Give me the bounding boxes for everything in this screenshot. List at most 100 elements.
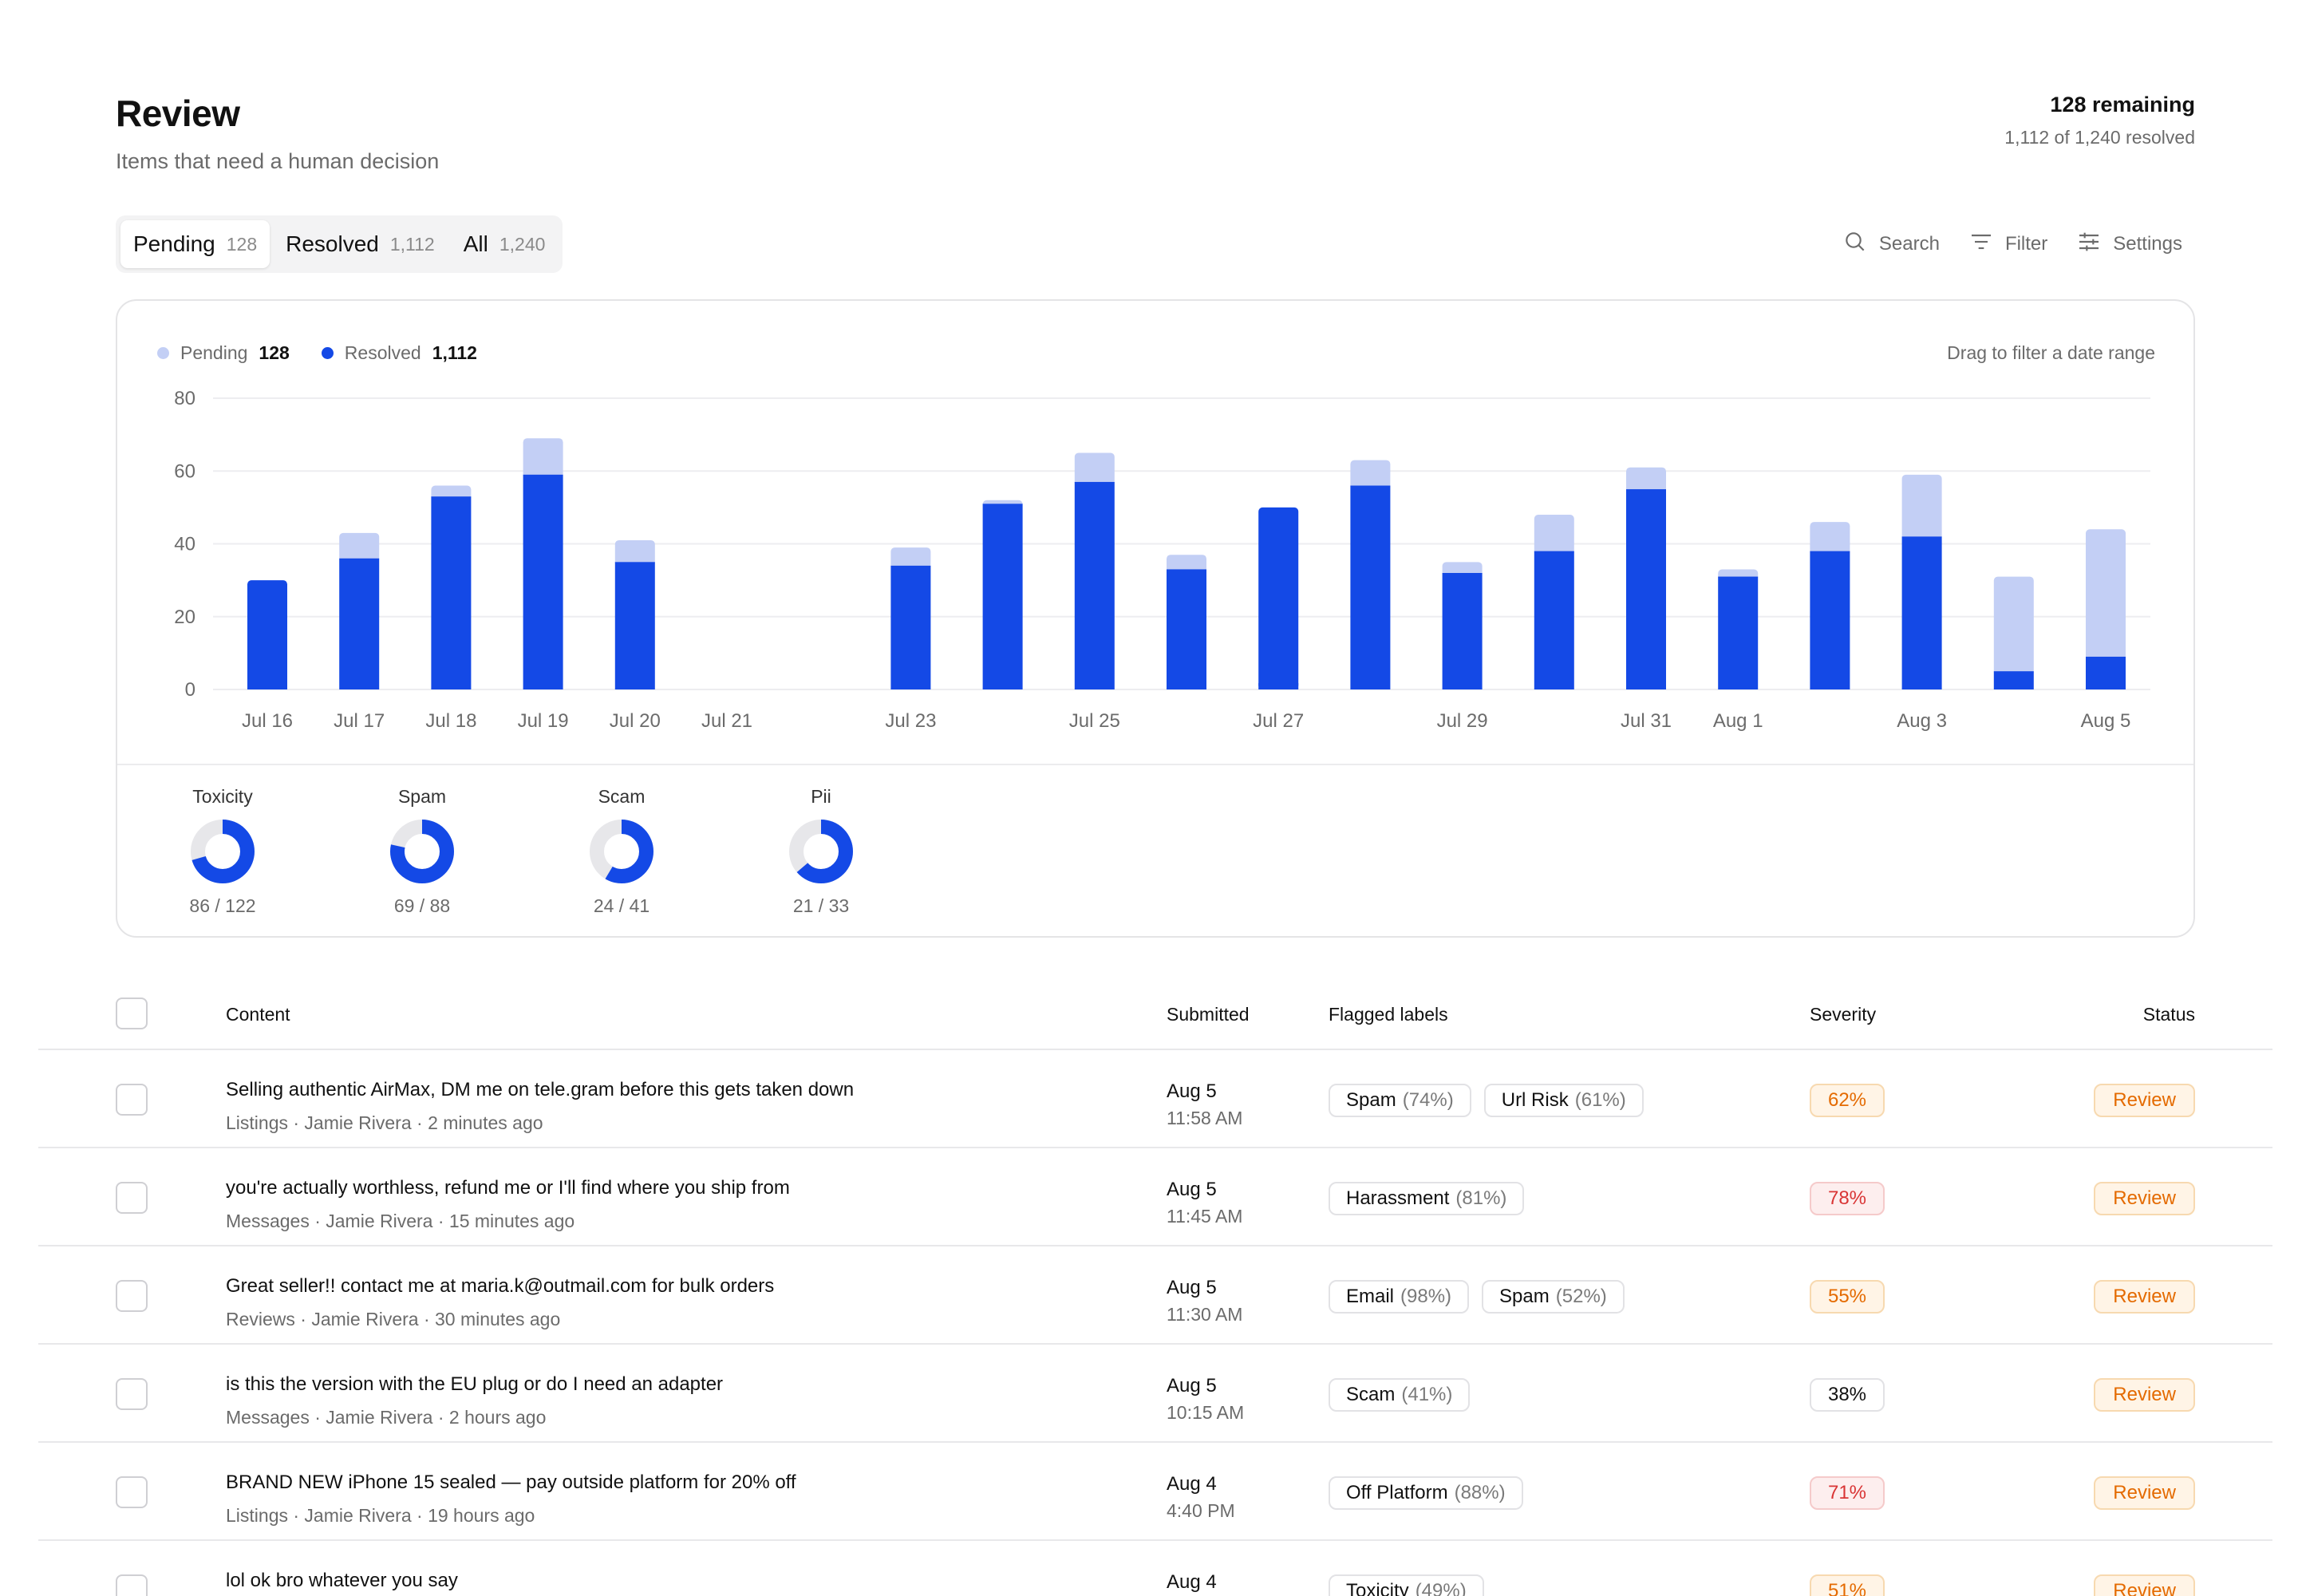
flag-label-pill[interactable]: Scam (41%): [1329, 1378, 1471, 1412]
table-row[interactable]: Selling authentic AirMax, DM me on tele.…: [38, 1050, 2272, 1148]
filter-button[interactable]: Filter: [1968, 227, 2047, 261]
severity-cell: 71%: [1810, 1476, 1885, 1510]
legend-value: 1,112: [432, 342, 477, 363]
bar-resolved: [1350, 485, 1391, 689]
settings-label: Settings: [2113, 233, 2182, 255]
table-row[interactable]: Great seller!! contact me at maria.k@out…: [38, 1246, 2272, 1345]
flag-label-pill[interactable]: Spam (74%): [1329, 1084, 1471, 1117]
content-text[interactable]: Selling authentic AirMax, DM me on tele.…: [226, 1079, 854, 1101]
header-submitted[interactable]: Submitted: [1167, 1004, 1250, 1025]
tab-count: 1,240: [499, 233, 546, 255]
table-row[interactable]: you're actually worthless, refund me or …: [38, 1148, 2272, 1246]
submitted-cell: Aug 5 10:15 AM: [1167, 1375, 1244, 1424]
sliders-icon: [2076, 229, 2102, 260]
header-status[interactable]: Status: [2143, 1004, 2195, 1025]
review-status-button[interactable]: Review: [2094, 1084, 2195, 1117]
content-text[interactable]: BRAND NEW iPhone 15 sealed — pay outside…: [226, 1472, 796, 1494]
severity-badge: 62%: [1810, 1084, 1885, 1117]
submitted-date: Aug 5: [1167, 1080, 1217, 1102]
row-checkbox[interactable]: [116, 1378, 148, 1410]
table-header: Content Submitted Flagged labels Severit…: [38, 990, 2272, 1050]
tab-label: All: [463, 231, 488, 256]
review-status-button[interactable]: Review: [2094, 1182, 2195, 1215]
donut-ring: [191, 820, 255, 883]
legend-dot-pending: [157, 347, 169, 359]
flag-label-name: Spam: [1346, 1089, 1396, 1111]
review-status-button[interactable]: Review: [2094, 1574, 2195, 1596]
table-row[interactable]: lol ok bro whatever you sayMessages · Ja…: [38, 1541, 2272, 1596]
resolved-summary: 1,112 of 1,240 resolved: [2004, 127, 2195, 148]
bar-resolved: [1167, 569, 1206, 689]
legend-value: 128: [259, 342, 290, 363]
y-tick-label: 40: [174, 534, 195, 555]
flag-label-pill[interactable]: Toxicity (49%): [1329, 1574, 1484, 1596]
review-status-button[interactable]: Review: [2094, 1476, 2195, 1510]
bar-resolved: [890, 565, 931, 689]
bar-pending: [2086, 529, 2126, 662]
flag-label-pill[interactable]: Harassment (81%): [1329, 1182, 1525, 1215]
flag-label-pill[interactable]: Spam (52%): [1482, 1280, 1625, 1314]
content-text[interactable]: lol ok bro whatever you say: [226, 1570, 530, 1592]
submitted-date: Aug 5: [1167, 1375, 1217, 1396]
tab-all[interactable]: All 1,240: [451, 220, 559, 268]
content-meta: Messages · Jamie Rivera · 15 minutes ago: [226, 1211, 575, 1231]
chart-divider: [117, 764, 2193, 765]
bar-resolved: [614, 562, 655, 689]
legend-label: Resolved: [344, 342, 421, 363]
flag-label-pill[interactable]: Url Risk (61%): [1483, 1084, 1644, 1117]
content-text[interactable]: Great seller!! contact me at maria.k@out…: [226, 1275, 774, 1298]
review-status-button[interactable]: Review: [2094, 1378, 2195, 1412]
settings-button[interactable]: Settings: [2076, 227, 2182, 261]
header-severity[interactable]: Severity: [1810, 1004, 1876, 1025]
tab-resolved[interactable]: Resolved 1,112: [273, 220, 448, 268]
legend-label: Pending: [180, 342, 248, 363]
donut-spam: Spam 69 / 88: [358, 786, 486, 917]
select-all-checkbox[interactable]: [116, 998, 148, 1029]
flag-label-confidence: (81%): [1455, 1187, 1507, 1209]
table-row[interactable]: BRAND NEW iPhone 15 sealed — pay outside…: [38, 1443, 2272, 1541]
row-checkbox[interactable]: [116, 1476, 148, 1508]
row-checkbox[interactable]: [116, 1280, 148, 1312]
flag-label-pill[interactable]: Off Platform (88%): [1329, 1476, 1523, 1510]
row-checkbox[interactable]: [116, 1574, 148, 1596]
content-text[interactable]: you're actually worthless, refund me or …: [226, 1177, 790, 1199]
flag-label-confidence: (74%): [1402, 1089, 1454, 1111]
search-button[interactable]: Search: [1842, 227, 1940, 261]
drag-hint: Drag to filter a date range: [1947, 342, 2155, 363]
submitted-cell: Aug 5 11:45 AM: [1167, 1179, 1242, 1227]
y-tick-label: 60: [174, 460, 195, 482]
flag-label-name: Scam: [1346, 1384, 1396, 1405]
flagged-labels-cell: Spam (74%) Url Risk (61%): [1329, 1084, 1644, 1117]
tab-pending[interactable]: Pending 128: [120, 220, 270, 268]
row-checkbox[interactable]: [116, 1084, 148, 1116]
content-text[interactable]: is this the version with the EU plug or …: [226, 1373, 723, 1396]
flag-label-pill[interactable]: Email (98%): [1329, 1280, 1470, 1314]
flag-label-confidence: (98%): [1400, 1286, 1452, 1307]
x-tick-label: Aug 1: [1713, 710, 1763, 732]
header-content[interactable]: Content: [226, 1004, 290, 1025]
status-cell: Review: [2094, 1378, 2195, 1412]
donut-value: 24 / 41: [593, 895, 650, 916]
remaining-summary: 128 remaining 1,112 of 1,240 resolved: [2004, 93, 2195, 148]
severity-cell: 38%: [1810, 1378, 1885, 1412]
header-flagged-labels[interactable]: Flagged labels: [1329, 1004, 1448, 1025]
x-tick-label: Jul 20: [610, 710, 661, 732]
bar-resolved: [1534, 551, 1574, 689]
x-tick-label: Jul 16: [242, 710, 293, 732]
row-checkbox[interactable]: [116, 1182, 148, 1214]
donut-pii: Pii 21 / 33: [757, 786, 885, 917]
table-row[interactable]: is this the version with the EU plug or …: [38, 1345, 2272, 1443]
submitted-date: Aug 4: [1167, 1473, 1217, 1495]
donut-title: Pii: [811, 786, 831, 807]
content-cell: BRAND NEW iPhone 15 sealed — pay outside…: [226, 1472, 796, 1527]
review-status-button[interactable]: Review: [2094, 1280, 2195, 1314]
bar-resolved: [1626, 489, 1666, 689]
status-cell: Review: [2094, 1476, 2195, 1510]
bar-chart[interactable]: 0 20 40 60 80 Jul 16 Jul 17 Jul 18 Jul 19 Jul 20 J…: [117, 381, 2197, 748]
tab-label: Resolved: [286, 231, 379, 256]
chart-legend: Pending 128 Resolved 1,112: [157, 342, 477, 364]
bar-resolved: [1442, 573, 1483, 689]
review-table: Content Submitted Flagged labels Severit…: [38, 990, 2272, 1596]
submitted-date: Aug 5: [1167, 1179, 1217, 1200]
x-tick-label: Aug 5: [2081, 710, 2131, 732]
